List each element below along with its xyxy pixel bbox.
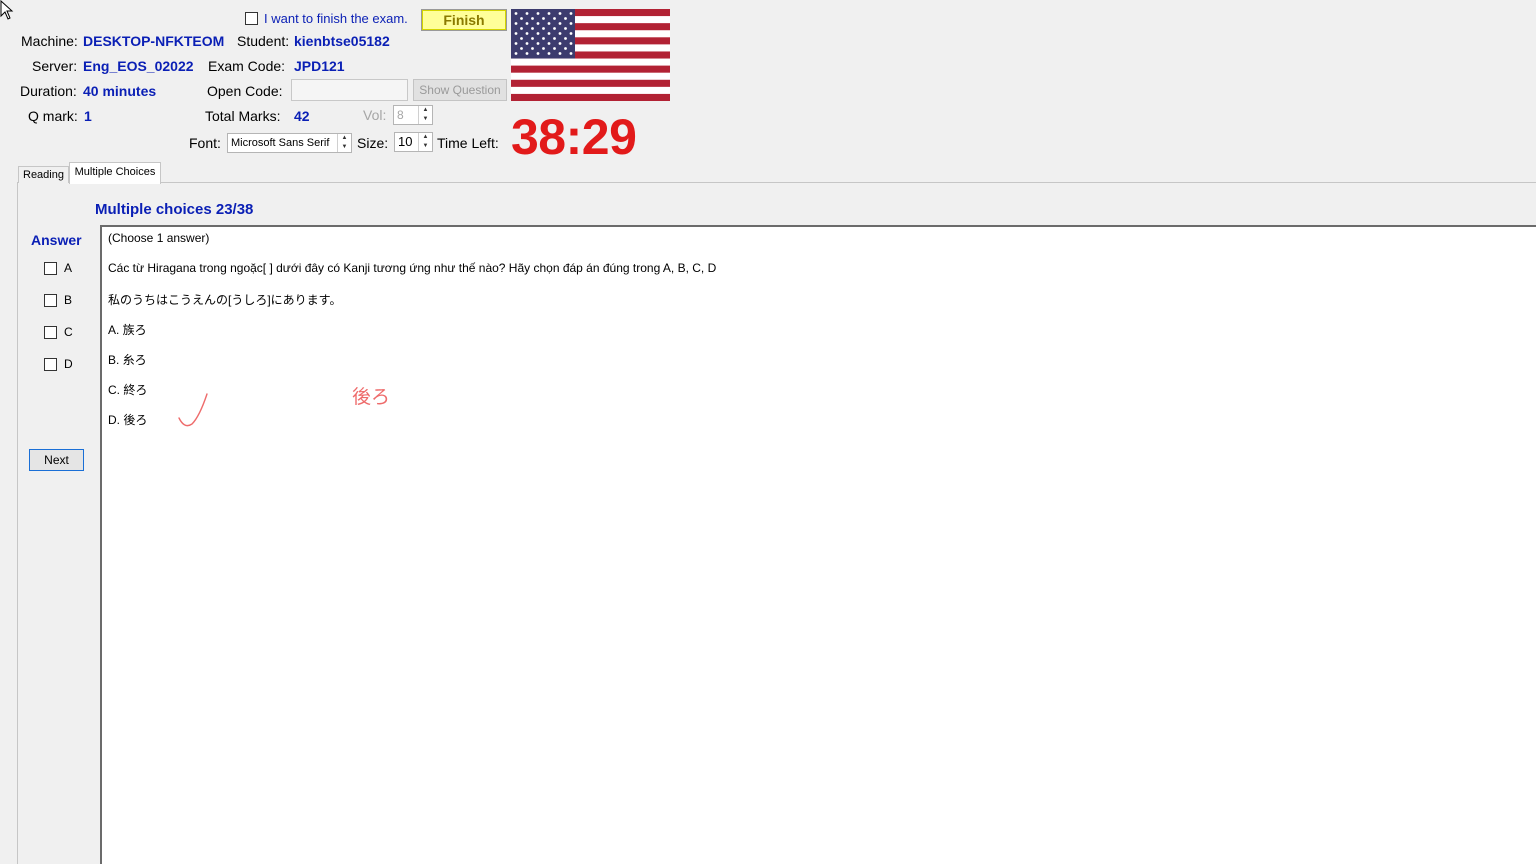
exam-code-label: Exam Code: (208, 58, 286, 74)
mouse-cursor-icon (0, 0, 14, 20)
choice-d: D. 後ろ (108, 413, 148, 427)
student-value: kienbtse05182 (294, 33, 390, 49)
spin-down-icon[interactable]: ▼ (419, 142, 432, 151)
answer-option-label[interactable]: D (64, 357, 73, 371)
question-sentence: 私のうちはこうえんの[うしろ]にあります。 (108, 293, 342, 307)
spin-up-icon[interactable]: ▲ (338, 134, 351, 143)
machine-label: Machine: (21, 33, 78, 49)
size-label: Size: (357, 135, 389, 151)
duration-value: 40 minutes (83, 83, 157, 99)
server-label: Server: (32, 58, 78, 74)
font-value: Microsoft Sans Serif (231, 137, 330, 149)
answer-checkbox[interactable] (44, 293, 57, 307)
us-flag-icon[interactable] (511, 9, 670, 101)
answer-option-label[interactable]: C (64, 325, 73, 339)
size-value: 10 (398, 134, 413, 149)
show-question-button[interactable]: Show Question (413, 79, 507, 101)
machine-value: DESKTOP-NFKTEOM (83, 33, 225, 49)
finish-exam-checkbox-label[interactable]: I want to finish the exam. (264, 11, 408, 26)
choice-a: A. 族ろ (108, 323, 147, 337)
qmark-value: 1 (84, 108, 92, 124)
answer-option-label[interactable]: B (64, 293, 72, 307)
next-button[interactable]: Next (29, 449, 84, 471)
answer-option-c[interactable]: C (44, 325, 73, 339)
time-left-value: 38:29 (511, 109, 637, 165)
handwritten-checkmark-icon (178, 393, 208, 427)
finish-exam-checkbox-box[interactable] (245, 12, 258, 25)
answer-heading: Answer (31, 232, 82, 248)
vol-stepper[interactable]: 8 ▲ ▼ (393, 105, 433, 125)
vol-label: Vol: (363, 107, 387, 123)
finish-button[interactable]: Finish (421, 9, 507, 31)
student-label: Student: (237, 33, 290, 49)
answer-checkbox[interactable] (44, 325, 57, 339)
answer-option-label[interactable]: A (64, 261, 72, 275)
finish-exam-checkbox[interactable]: I want to finish the exam. (245, 11, 408, 26)
font-label: Font: (189, 135, 221, 151)
size-stepper[interactable]: 10 ▲ ▼ (394, 132, 433, 152)
total-marks-value: 42 (294, 108, 310, 124)
question-instruction: (Choose 1 answer) (108, 231, 210, 245)
vol-value: 8 (397, 108, 404, 122)
question-prompt: Các từ Hiragana trong ngoặc[ ] dưới đây … (108, 261, 717, 275)
open-code-input[interactable] (291, 79, 408, 101)
question-content-box[interactable] (100, 225, 1536, 864)
answer-checkbox[interactable] (44, 261, 57, 275)
font-selector[interactable]: Microsoft Sans Serif ▲ ▼ (227, 133, 352, 153)
answer-option-a[interactable]: A (44, 261, 72, 275)
tab-multiple-choices[interactable]: Multiple Choices (69, 162, 161, 184)
handwritten-note: 後ろ (352, 387, 391, 408)
choice-b: B. 糸ろ (108, 353, 147, 367)
time-left-label: Time Left: (437, 135, 499, 151)
answer-option-d[interactable]: D (44, 357, 73, 371)
answer-checkbox[interactable] (44, 357, 57, 371)
spin-down-icon[interactable]: ▼ (419, 115, 432, 124)
server-value: Eng_EOS_02022 (83, 58, 194, 74)
choice-c: C. 終ろ (108, 383, 148, 397)
tab-reading[interactable]: Reading (18, 166, 69, 184)
spin-down-icon[interactable]: ▼ (338, 143, 351, 152)
question-counter-title: Multiple choices 23/38 (95, 201, 254, 218)
open-code-label: Open Code: (207, 83, 283, 99)
total-marks-label: Total Marks: (205, 108, 281, 124)
exam-code-value: JPD121 (294, 58, 345, 74)
answer-option-b[interactable]: B (44, 293, 72, 307)
duration-label: Duration: (20, 83, 77, 99)
qmark-label: Q mark: (28, 108, 78, 124)
spin-up-icon[interactable]: ▲ (419, 106, 432, 115)
spin-up-icon[interactable]: ▲ (419, 133, 432, 142)
